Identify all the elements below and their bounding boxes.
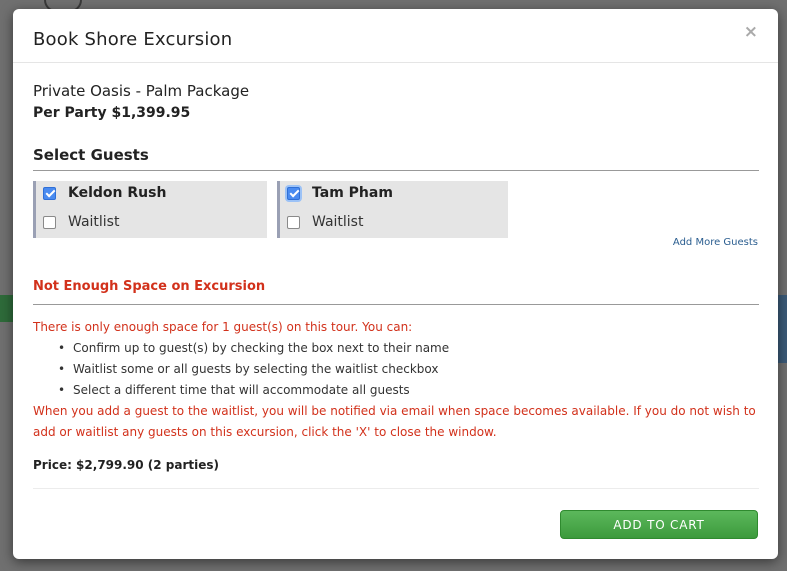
waitlist-label: Waitlist bbox=[68, 214, 120, 230]
waitlist-label: Waitlist bbox=[312, 214, 364, 230]
background-image-fragment bbox=[778, 295, 787, 363]
list-item: Select a different time that will accomm… bbox=[53, 380, 449, 401]
guest-card-tam-pham: Tam Pham Waitlist bbox=[277, 181, 508, 238]
guest-name: Keldon Rush bbox=[68, 185, 167, 201]
package-price: Per Party $1,399.95 bbox=[33, 105, 191, 121]
waitlist-checkbox[interactable] bbox=[287, 215, 300, 229]
divider bbox=[33, 170, 759, 171]
guest-select-checkbox[interactable] bbox=[287, 186, 300, 200]
divider bbox=[33, 488, 759, 489]
waitlist-note: When you add a guest to the waitlist, yo… bbox=[33, 404, 756, 439]
background-green-block bbox=[0, 295, 14, 322]
add-to-cart-button[interactable]: ADD TO CART bbox=[560, 510, 758, 539]
warning-options-list: Confirm up to guest(s) by checking the b… bbox=[53, 338, 449, 401]
list-item: Confirm up to guest(s) by checking the b… bbox=[53, 338, 449, 359]
modal-header: Book Shore Excursion × bbox=[13, 9, 778, 63]
waitlist-checkbox[interactable] bbox=[43, 215, 56, 229]
guest-name: Tam Pham bbox=[312, 185, 393, 201]
modal-title: Book Shore Excursion bbox=[33, 29, 233, 50]
warning-intro: There is only enough space for 1 guest(s… bbox=[33, 320, 413, 334]
package-name: Private Oasis - Palm Package bbox=[33, 82, 250, 100]
list-item: Waitlist some or all guests by selecting… bbox=[53, 359, 449, 380]
book-shore-excursion-modal: Book Shore Excursion × Private Oasis - P… bbox=[13, 9, 778, 559]
not-enough-space-title: Not Enough Space on Excursion bbox=[33, 279, 266, 294]
close-icon[interactable]: × bbox=[744, 22, 758, 42]
add-more-guests-link[interactable]: Add More Guests bbox=[673, 237, 758, 248]
guest-select-checkbox[interactable] bbox=[43, 186, 56, 200]
divider bbox=[33, 304, 759, 305]
total-price: Price: $2,799.90 (2 parties) bbox=[33, 458, 220, 472]
select-guests-title: Select Guests bbox=[33, 146, 149, 164]
guest-card-keldon-rush: Keldon Rush Waitlist bbox=[33, 181, 267, 238]
